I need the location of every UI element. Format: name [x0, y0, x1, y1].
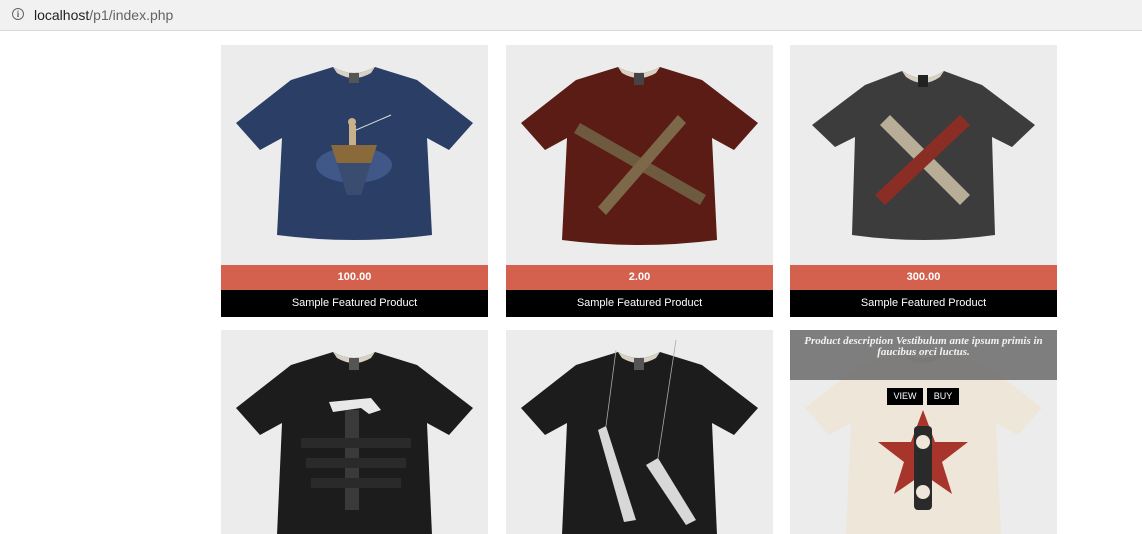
product-card[interactable]	[506, 330, 773, 534]
product-title[interactable]: Sample Featured Product	[221, 290, 488, 317]
product-title[interactable]: Sample Featured Product	[790, 290, 1057, 317]
product-image-wooden-cross[interactable]	[506, 45, 773, 265]
product-card[interactable]: Product description Vestibulum ante ipsu…	[790, 330, 1057, 534]
product-card[interactable]: 300.00 Sample Featured Product	[790, 45, 1057, 317]
product-title[interactable]: Sample Featured Product	[506, 290, 773, 317]
product-description-overlay: Product description Vestibulum ante ipsu…	[790, 330, 1057, 380]
address-bar[interactable]: i localhost/p1/index.php	[0, 0, 1142, 31]
product-price: 100.00	[221, 265, 488, 290]
url-text[interactable]: localhost/p1/index.php	[34, 7, 173, 23]
buy-button[interactable]: BUY	[927, 388, 959, 405]
product-image-boat-fisherman[interactable]	[221, 45, 488, 265]
product-image-crossed-logs[interactable]	[790, 45, 1057, 265]
url-path: /p1/index.php	[89, 7, 174, 23]
info-icon[interactable]: i	[12, 8, 24, 20]
product-card[interactable]: 2.00 Sample Featured Product	[506, 45, 773, 317]
product-image-hammer-taped[interactable]	[221, 330, 488, 534]
product-price: 2.00	[506, 265, 773, 290]
product-card[interactable]	[221, 330, 488, 534]
product-image-reaching-hands[interactable]	[506, 330, 773, 534]
product-card[interactable]: 100.00 Sample Featured Product	[221, 45, 488, 317]
url-host: localhost	[34, 7, 90, 23]
product-price: 300.00	[790, 265, 1057, 290]
view-button[interactable]: VIEW	[887, 388, 923, 405]
